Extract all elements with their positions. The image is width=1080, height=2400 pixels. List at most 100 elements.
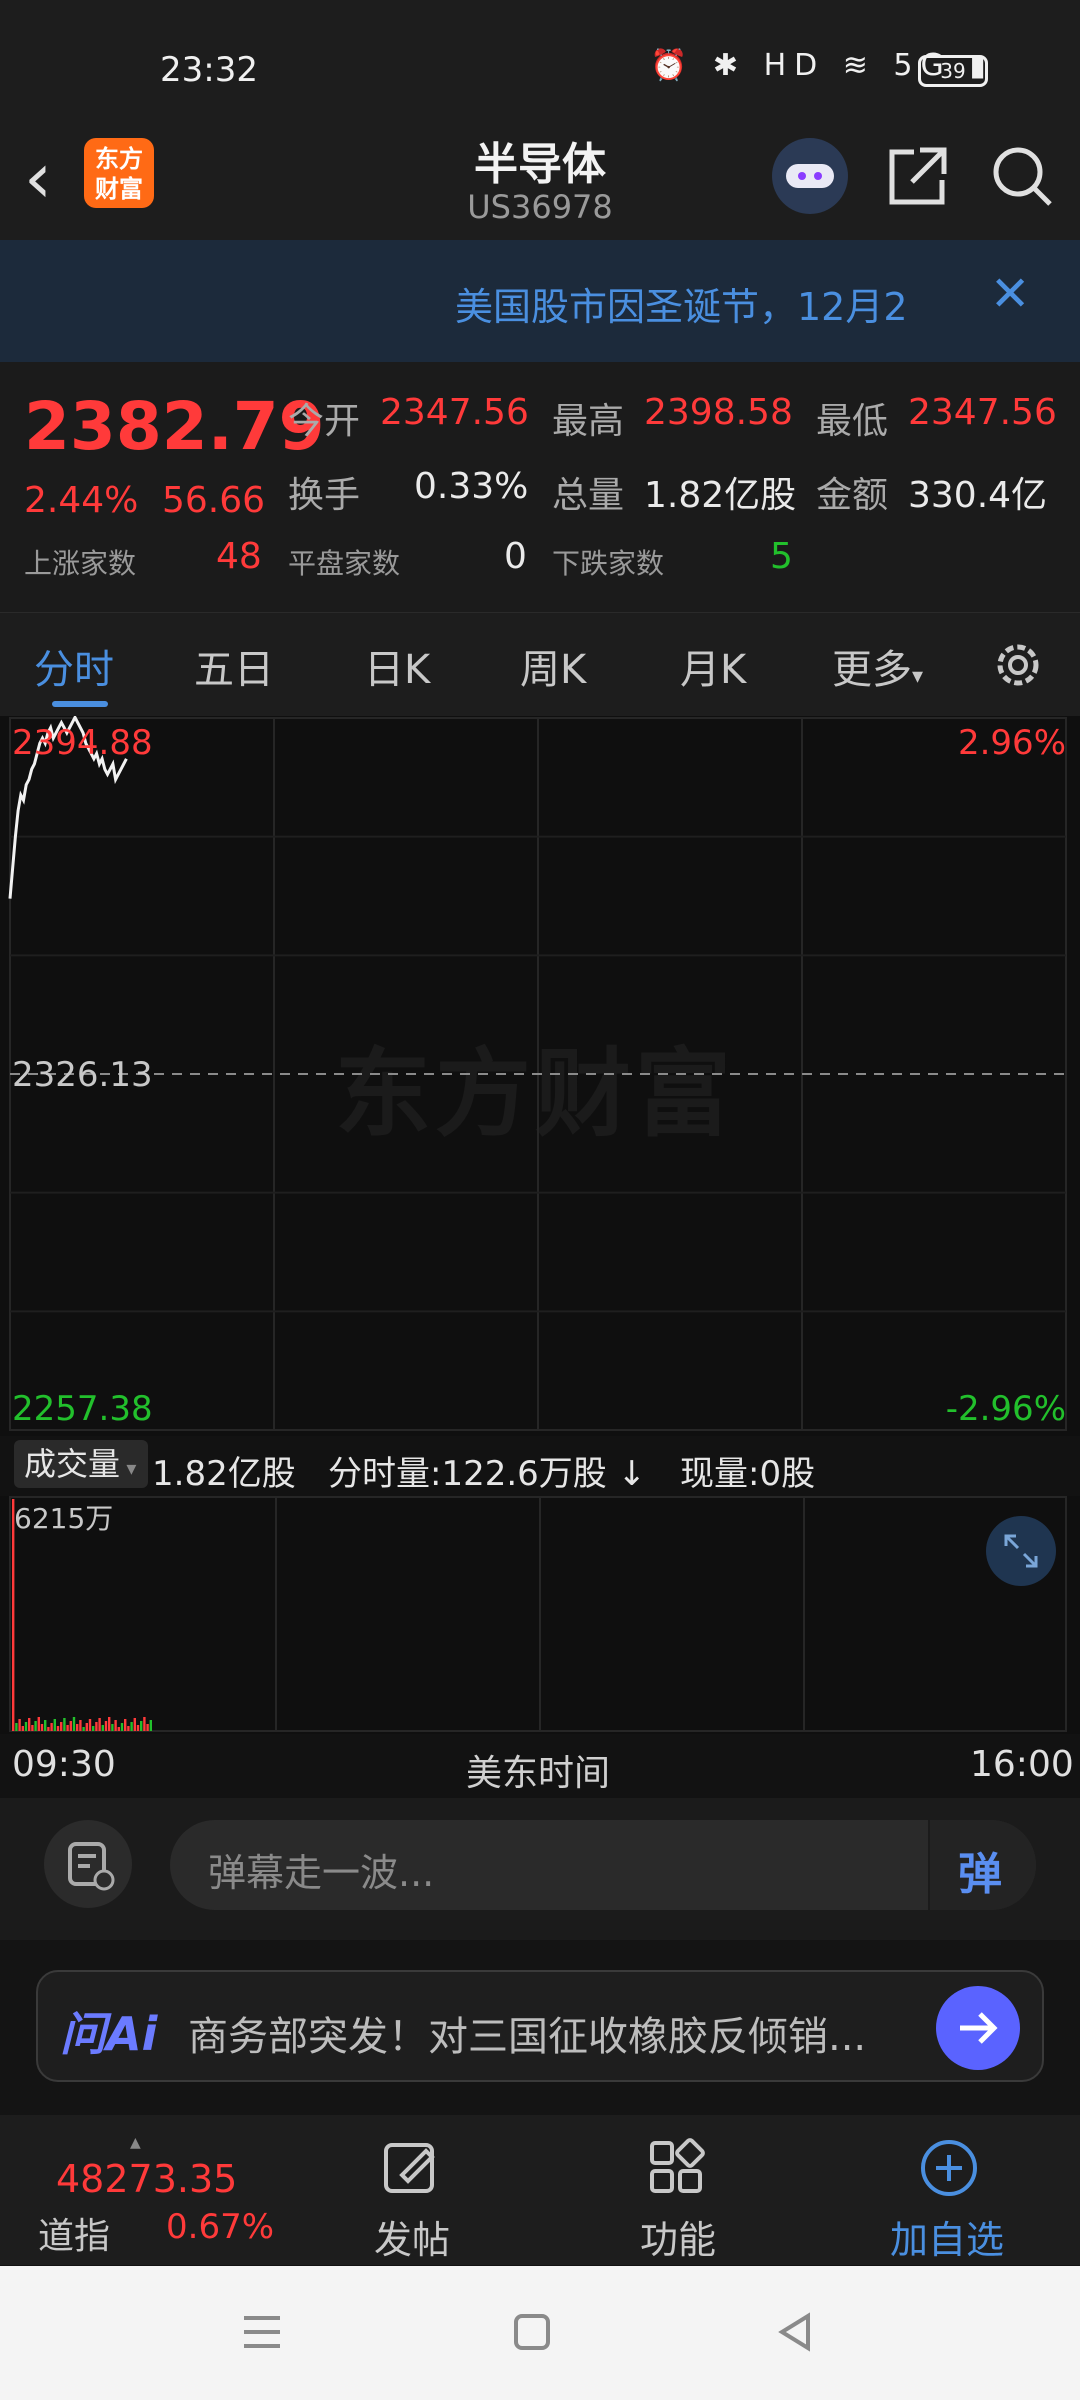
back-nav-icon[interactable] — [774, 2310, 818, 2354]
ai-news-text: 商务部突发！对三国征收橡胶反倾销... — [188, 2014, 867, 2060]
bottom-nav: ▲ 48273.35 道指 0.67% 发帖 功能 加自选 — [0, 2115, 1080, 2265]
volume-bar — [79, 1720, 82, 1731]
status-bar: 23:32 ⏰ ✱ HD ≋ 5G ▮ 39 — [0, 0, 1080, 140]
volume-bar — [130, 1722, 133, 1731]
volume-bar — [72, 1717, 76, 1731]
home-icon[interactable] — [510, 2310, 554, 2354]
volume-selector[interactable]: 成交量 ▾ — [14, 1440, 148, 1488]
turnover-label: 换手 — [288, 475, 361, 516]
gear-icon[interactable] — [990, 637, 1046, 693]
volume-bar — [127, 1726, 130, 1731]
volume-bar — [63, 1718, 66, 1731]
volume-bar — [146, 1724, 149, 1731]
share-icon[interactable] — [880, 138, 956, 214]
volume-bar — [60, 1722, 63, 1731]
ai-assistant-icon[interactable] — [772, 138, 848, 214]
up-label: 上涨家数 — [24, 547, 137, 580]
up-value: 48 — [216, 536, 262, 577]
index-pct: 0.67% — [166, 2207, 275, 2247]
notice-bar[interactable]: 美国股市因圣诞节，12月2 ✕ — [0, 240, 1080, 362]
volume-chart[interactable]: 6215万 — [0, 1496, 1080, 1734]
tab-daily-k[interactable]: 日K — [364, 637, 430, 695]
volume-bar — [95, 1722, 98, 1731]
chevron-down-icon: ▾ — [912, 664, 924, 689]
volume-bar — [69, 1721, 72, 1731]
y-bottom-label: 2257.38 — [12, 1389, 153, 1429]
notice-text: 美国股市因圣诞节，12月2 — [455, 285, 908, 329]
danmaku-send-button[interactable]: 弹 — [928, 1820, 1036, 1910]
volume-bar — [24, 1722, 28, 1731]
high-value: 2398.58 — [644, 392, 793, 433]
close-icon[interactable]: ✕ — [990, 266, 1030, 322]
arrow-right-icon[interactable] — [936, 1986, 1020, 2070]
tab-monthly-k[interactable]: 月K — [680, 637, 746, 695]
volume-total: 1.82亿股 — [152, 1454, 296, 1494]
change-value: 56.66 — [162, 480, 266, 521]
volume-bar — [136, 1725, 140, 1731]
volume-bar — [92, 1726, 95, 1731]
nav-functions[interactable]: 功能 — [606, 2115, 746, 2265]
amount-value: 330.4亿 — [908, 475, 1048, 516]
expand-icon[interactable] — [986, 1516, 1056, 1586]
volume-label: 总量 — [552, 475, 625, 516]
volume-bar — [40, 1724, 44, 1731]
danmaku-settings-icon[interactable] — [44, 1820, 132, 1908]
open-value: 2347.56 — [380, 392, 529, 433]
volume-bar — [53, 1719, 56, 1731]
volume-bar — [21, 1726, 24, 1731]
nav-functions-label: 功能 — [640, 2218, 717, 2262]
high-label: 最高 — [552, 401, 625, 442]
nav-add-label: 加自选 — [890, 2218, 1005, 2262]
volume-bar — [37, 1717, 40, 1731]
danmaku-bar: 弹幕走一波... 弹 — [0, 1798, 1080, 1940]
volume-bar — [124, 1719, 127, 1731]
volume-bar — [85, 1723, 88, 1731]
tab-intraday[interactable]: 分时 — [34, 637, 114, 695]
volume-bar — [76, 1724, 79, 1731]
search-icon[interactable] — [984, 138, 1060, 214]
price-chart-svg: 2394.88 2326.13 2257.38 2.96% -2.96% — [8, 716, 1067, 1431]
ai-news-bar[interactable]: 问Ai 商务部突发！对三国征收橡胶反倾销... — [36, 1970, 1044, 2082]
nav-add-watchlist[interactable]: 加自选 — [870, 2115, 1030, 2265]
index-name: 道指 — [38, 2216, 111, 2257]
volume-value: 1.82亿股 — [644, 475, 797, 516]
nav-post[interactable]: 发帖 — [340, 2115, 480, 2265]
volume-bar — [104, 1721, 108, 1731]
plus-circle-icon — [921, 2140, 977, 2196]
tab-five-day[interactable]: 五日 — [194, 637, 274, 695]
volume-bar — [44, 1720, 47, 1731]
volume-bar — [149, 1720, 152, 1731]
volume-bar — [143, 1717, 146, 1731]
arrow-down-icon: ↓ — [617, 1454, 647, 1494]
tab-more[interactable]: 更多▾ — [832, 637, 923, 695]
volume-info-bar: 成交量 ▾ 1.82亿股 分时量:122.6万股 ↓ 现量:0股 — [0, 1436, 1080, 1496]
time-axis: 09:30 美东时间 16:00 — [0, 1734, 1080, 1798]
quote-panel: 2382.79 2.44% 56.66 今开 2347.56 最高 2398.5… — [0, 362, 1080, 612]
app-header: ‹ 东方财富 半导体 US36978 — [0, 120, 1080, 240]
active-tab-indicator — [52, 701, 108, 707]
volume-bar — [120, 1723, 124, 1731]
danmaku-placeholder: 弹幕走一波... — [208, 1851, 435, 1895]
minute-volume-label: 分时量:122.6万股 — [328, 1454, 607, 1494]
low-value: 2347.56 — [908, 392, 1057, 433]
danmaku-input[interactable]: 弹幕走一波... 弹 — [170, 1820, 1036, 1910]
flat-label: 平盘家数 — [288, 547, 401, 580]
intraday-chart[interactable]: 东方财富 2394.88 2326.13 2257.38 2.96% -2.96… — [0, 716, 1080, 1436]
volume-bar — [18, 1719, 21, 1731]
status-time: 23:32 — [160, 50, 258, 90]
chart-tabs: 分时 五日 日K 周K 月K 更多▾ — [0, 612, 1080, 716]
index-ticker[interactable]: ▲ 48273.35 道指 0.67% — [0, 2115, 274, 2265]
tab-weekly-k[interactable]: 周K — [520, 637, 586, 695]
volume-bar — [101, 1725, 104, 1731]
y-mid-label: 2326.13 — [12, 1055, 153, 1095]
volume-bar — [50, 1723, 53, 1731]
time-axis-label: 美东时间 — [466, 1753, 611, 1794]
volume-bar — [88, 1719, 92, 1731]
volume-bar — [31, 1725, 34, 1731]
current-volume: 现量:0股 — [680, 1454, 816, 1494]
volume-bar — [98, 1718, 101, 1731]
menu-icon[interactable] — [240, 2310, 284, 2354]
danmaku-button-label: 弹 — [958, 1849, 1002, 1900]
edit-icon — [384, 2143, 435, 2193]
turnover-value: 0.33% — [414, 466, 529, 507]
